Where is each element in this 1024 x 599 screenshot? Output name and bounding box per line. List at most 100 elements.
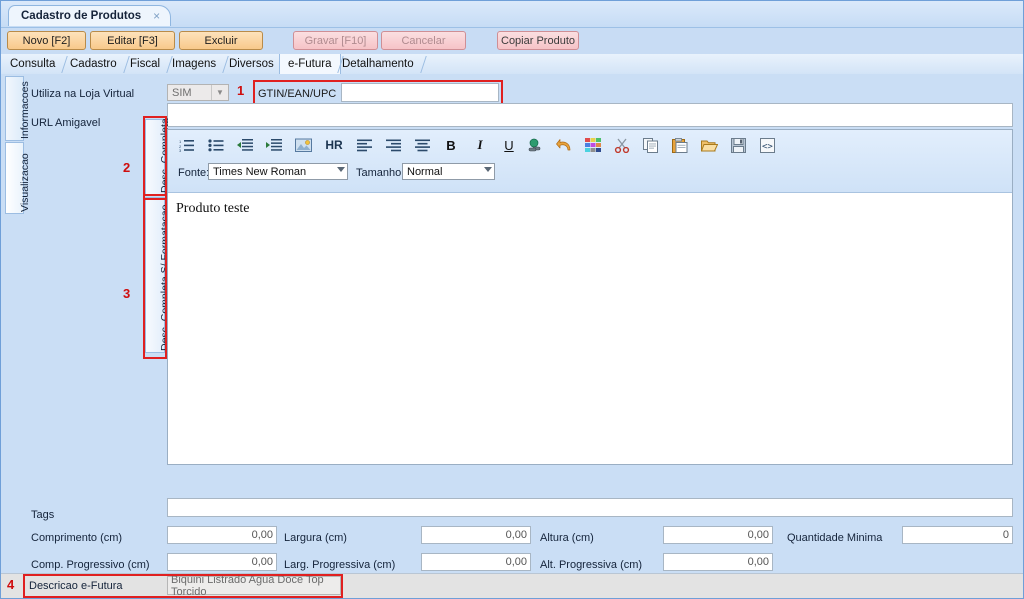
descricao-e-futura-value: Biquini Listrado Agua Doce Top Torcido [171, 573, 324, 598]
copiar-produto-button[interactable]: Copiar Produto [497, 31, 579, 50]
comprimento-value: 0,00 [251, 529, 273, 541]
comp-progressivo-label: Comp. Progressivo (cm) [31, 559, 150, 571]
page-tab-strip: Consulta Cadastro Fiscal Imagens Diverso… [1, 54, 1023, 75]
content-pane: Informacoes Visualizacao Utiliza na Loja… [1, 74, 1023, 598]
tab-diversos[interactable]: Diversos [221, 54, 283, 74]
underline-icon[interactable]: U [498, 135, 520, 155]
altura-label: Altura (cm) [540, 532, 594, 544]
editor-tab-desc-completa[interactable]: Desc. Completa [145, 118, 171, 195]
loja-virtual-label: Utiliza na Loja Virtual [31, 88, 135, 100]
italic-icon[interactable]: I [469, 135, 491, 155]
comprimento-label: Comprimento (cm) [31, 532, 123, 544]
application-window: Cadastro de Produtos × Novo [F2] Editar … [0, 0, 1024, 599]
descricao-e-futura-input[interactable]: Biquini Listrado Agua Doce Top Torcido [167, 573, 341, 598]
size-label: Tamanho: [356, 167, 405, 179]
title-bar: Cadastro de Produtos × [1, 1, 1023, 28]
open-file-icon[interactable] [698, 135, 720, 155]
paste-icon[interactable] [669, 135, 691, 155]
font-family-value: Times New Roman [213, 165, 307, 178]
bold-icon[interactable]: B [440, 135, 462, 155]
largura-label: Largura (cm) [284, 532, 347, 544]
sidetab-informacoes-label: Informacoes [19, 81, 31, 139]
document-tab[interactable]: Cadastro de Produtos × [8, 5, 172, 26]
quantidade-minima-label: Quantidade Minima [787, 532, 883, 544]
altura-input[interactable]: 0,00 [663, 526, 773, 544]
html-source-icon[interactable]: <> [756, 135, 778, 155]
gravar-button[interactable]: Gravar [F10] [293, 31, 378, 50]
url-amigavel-label: URL Amigavel [31, 117, 101, 129]
outdent-icon[interactable] [234, 135, 256, 155]
font-family-select[interactable]: Times New Roman [208, 163, 348, 180]
excluir-button[interactable]: Excluir [179, 31, 263, 50]
annotation-number-3: 3 [123, 286, 131, 301]
loja-virtual-select[interactable]: SIM ▼ [167, 84, 229, 101]
url-amigavel-input[interactable] [167, 103, 1013, 127]
editor-content-text: Produto teste [176, 201, 250, 216]
alt-progressiva-value: 0,00 [747, 556, 769, 568]
altura-value: 0,00 [747, 529, 769, 541]
ordered-list-icon[interactable]: 123 [176, 135, 198, 155]
tags-input[interactable] [167, 498, 1013, 517]
svg-text:3: 3 [179, 148, 182, 152]
novo-button[interactable]: Novo [F2] [7, 31, 86, 50]
sidetab-visualizacao-label: Visualizacao [19, 153, 31, 212]
largura-input[interactable]: 0,00 [421, 526, 531, 544]
action-toolbar: Novo [F2] Editar [F3] Excluir Gravar [F1… [1, 27, 1023, 54]
close-icon[interactable]: × [153, 10, 160, 22]
document-tab-label: Cadastro de Produtos [21, 10, 142, 22]
sidetab-visualizacao[interactable]: Visualizacao [5, 142, 31, 214]
undo-icon[interactable] [553, 135, 575, 155]
larg-progressiva-input[interactable]: 0,00 [421, 553, 531, 571]
insert-link-icon[interactable] [524, 135, 546, 155]
font-size-value: Normal [407, 165, 443, 178]
larg-progressiva-value: 0,00 [505, 556, 527, 568]
cancelar-button[interactable]: Cancelar [381, 31, 466, 50]
annotation-number-2: 2 [123, 160, 131, 175]
tab-e-futura[interactable]: e-Futura [279, 54, 342, 74]
editor-tab-desc-sem-formatacao[interactable]: Desc. Completa S/ Formatacao [145, 197, 171, 353]
gtin-label: GTIN/EAN/UPC [258, 88, 337, 100]
vertical-tab-group: Informacoes Visualizacao [5, 76, 31, 256]
tab-imagens[interactable]: Imagens [164, 54, 225, 74]
descricao-e-futura-label: Descricao e-Futura [29, 580, 123, 592]
editor-tab-group: Desc. Completa Desc. Completa S/ Formata… [141, 118, 171, 359]
svg-text:<>: <> [762, 142, 773, 152]
text-color-icon[interactable] [582, 135, 604, 155]
editar-button[interactable]: Editar [F3] [90, 31, 175, 50]
comp-progressivo-value: 0,00 [251, 556, 273, 568]
tab-cadastro[interactable]: Cadastro [62, 54, 126, 74]
comprimento-input[interactable]: 0,00 [167, 526, 277, 544]
tab-fiscal[interactable]: Fiscal [122, 54, 169, 74]
annotation-number-1: 1 [237, 83, 245, 98]
chevron-down-icon[interactable] [484, 167, 492, 172]
quantidade-minima-input[interactable]: 0 [902, 526, 1013, 544]
save-icon[interactable] [727, 135, 749, 155]
unordered-list-icon[interactable] [205, 135, 227, 155]
align-left-icon[interactable] [353, 135, 375, 155]
loja-virtual-value: SIM [172, 86, 192, 99]
tags-label: Tags [31, 509, 55, 521]
editor-canvas[interactable]: Produto teste [168, 193, 1012, 464]
font-size-select[interactable]: Normal [402, 163, 495, 180]
tab-consulta[interactable]: Consulta [2, 54, 64, 74]
alt-progressiva-input[interactable]: 0,00 [663, 553, 773, 571]
horizontal-rule-icon[interactable]: HR [321, 135, 347, 155]
indent-icon[interactable] [263, 135, 285, 155]
insert-image-icon[interactable] [292, 135, 314, 155]
font-label: Fonte: [178, 167, 210, 179]
chevron-down-icon[interactable]: ▼ [211, 85, 228, 100]
chevron-down-icon[interactable] [337, 167, 345, 172]
align-right-icon[interactable] [382, 135, 404, 155]
sidetab-informacoes[interactable]: Informacoes [5, 76, 31, 141]
gtin-input[interactable] [341, 83, 499, 102]
footer-row: Descricao e-Futura Biquini Listrado Agua… [1, 573, 1023, 598]
annotation-number-4: 4 [7, 577, 15, 592]
tab-detalhamento[interactable]: Detalhamento [334, 54, 423, 74]
comp-progressivo-input[interactable]: 0,00 [167, 553, 277, 571]
copy-icon[interactable] [640, 135, 662, 155]
rich-text-editor: 123 HR B I U <> Fonte: Times New Roman T… [167, 129, 1013, 465]
cut-icon[interactable] [611, 135, 633, 155]
align-center-icon[interactable] [411, 135, 433, 155]
quantidade-minima-value: 0 [1002, 529, 1009, 541]
largura-value: 0,00 [505, 529, 527, 541]
